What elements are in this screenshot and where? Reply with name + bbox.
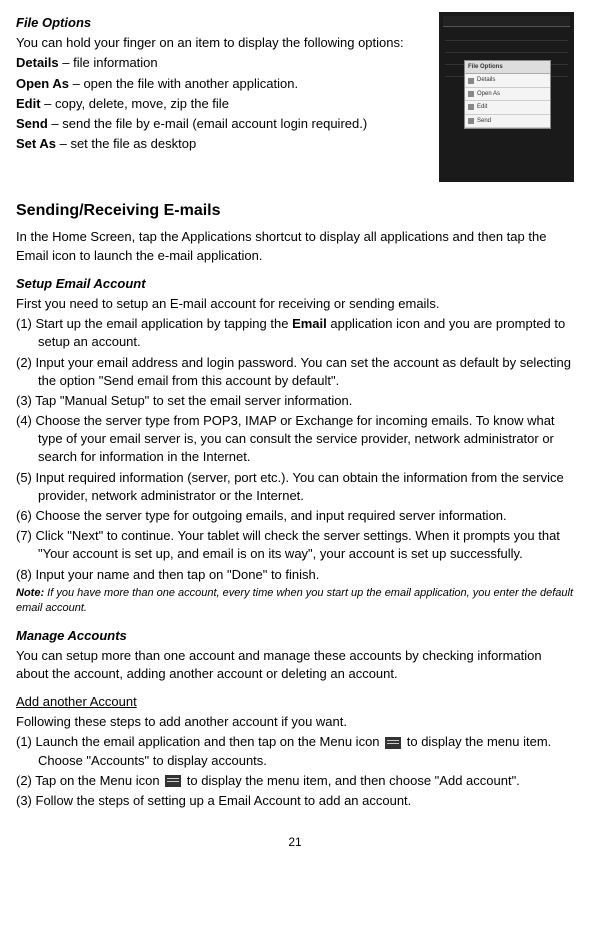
popup-item-edit: Edit: [465, 101, 550, 114]
setup-note: Note: If you have more than one account,…: [16, 586, 574, 617]
sending-heading: Sending/Receiving E-mails: [16, 200, 574, 222]
embedded-screenshot: File Options Details Open As Edit Send: [439, 12, 574, 182]
popup-item-open-as: Open As: [465, 88, 550, 101]
setup-step-3: (3) Tap "Manual Setup" to set the email …: [16, 392, 574, 410]
setup-step-1: (1) Start up the email application by ta…: [16, 315, 574, 351]
manage-accounts-intro: You can setup more than one account and …: [16, 647, 574, 683]
file-options-popup: File Options Details Open As Edit Send: [464, 60, 551, 129]
popup-item-send: Send: [465, 115, 550, 128]
popup-item-details: Details: [465, 74, 550, 87]
add-account-step-1: (1) Launch the email application and the…: [16, 733, 574, 769]
menu-icon: [385, 737, 401, 749]
setup-step-7: (7) Click "Next" to continue. Your table…: [16, 527, 574, 563]
setup-step-4: (4) Choose the server type from POP3, IM…: [16, 412, 574, 467]
add-account-title: Add another Account: [16, 693, 574, 711]
page-number: 21: [16, 834, 574, 851]
setup-email-intro: First you need to setup an E-mail accoun…: [16, 295, 574, 313]
popup-title: File Options: [465, 61, 550, 74]
add-account-step-2: (2) Tap on the Menu icon to display the …: [16, 772, 574, 790]
add-account-step-3: (3) Follow the steps of setting up a Ema…: [16, 792, 574, 810]
manage-accounts-title: Manage Accounts: [16, 627, 574, 645]
sending-intro: In the Home Screen, tap the Applications…: [16, 228, 574, 264]
setup-email-title: Setup Email Account: [16, 275, 574, 293]
add-account-intro: Following these steps to add another acc…: [16, 713, 574, 731]
setup-step-6: (6) Choose the server type for outgoing …: [16, 507, 574, 525]
menu-icon: [165, 775, 181, 787]
setup-step-5: (5) Input required information (server, …: [16, 469, 574, 505]
setup-step-2: (2) Input your email address and login p…: [16, 354, 574, 390]
setup-step-8: (8) Input your name and then tap on "Don…: [16, 566, 574, 584]
